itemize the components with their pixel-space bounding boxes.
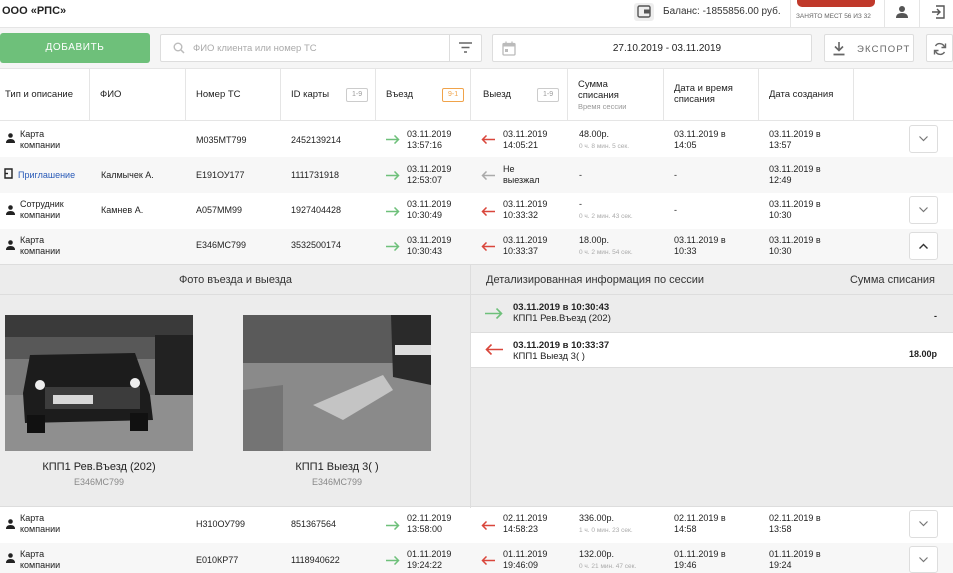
person-icon (6, 133, 15, 143)
table-header: Тип и описание ФИО Номер ТС ID карты 1-9 … (0, 68, 953, 121)
logout-icon[interactable] (919, 0, 953, 27)
entry-photo[interactable] (5, 315, 193, 451)
entry-sort-tag[interactable]: 9-1 (442, 88, 465, 102)
entry-arrow-icon (386, 171, 400, 180)
col-plate[interactable]: Номер ТС (186, 69, 281, 121)
wallet-icon[interactable] (634, 3, 654, 21)
expand-button[interactable] (909, 510, 938, 538)
top-bar: ООО «РПС» Баланс: -1855856.00 руб. ЗАНЯТ… (0, 0, 953, 28)
filter-icon (459, 42, 472, 53)
col-created[interactable]: Дата создания (759, 69, 854, 121)
session-details-panel: Фото въезда и выезда КПП1 Рев.Въезд (202… (0, 264, 953, 508)
session-event-exit: 03.11.2019 в 10:33:37 КПП1 Выезд 3( ) 18… (471, 333, 953, 368)
exit-arrow-icon (481, 135, 495, 144)
add-button[interactable]: ДОБАВИТЬ (0, 33, 150, 63)
chevron-down-icon (919, 207, 928, 213)
refresh-icon (933, 42, 947, 56)
entry-arrow-icon (485, 308, 503, 319)
table-row[interactable]: Карта компании М035МТ799 2452139214 03.11… (0, 121, 953, 157)
session-info-title: Детализированная информация по сессии (486, 274, 705, 286)
exit-arrow-icon (485, 344, 503, 355)
exit-photo-plate: Е346МС799 (311, 477, 363, 487)
download-icon (833, 42, 845, 56)
col-exit[interactable]: Выезд 1-9 (471, 69, 568, 121)
exit-arrow-icon (481, 521, 495, 530)
filter-button[interactable] (449, 35, 481, 61)
col-charged[interactable]: Дата и время списания (664, 69, 759, 121)
search-input[interactable]: ФИО клиента или номер ТС (193, 43, 317, 54)
card-sort-tag[interactable]: 1-9 (346, 88, 369, 102)
exit-sort-tag[interactable]: 1-9 (537, 88, 560, 102)
entry-photo-plate: Е346МС799 (73, 477, 125, 487)
person-icon (6, 519, 15, 529)
photos-title: Фото въезда и выезда (0, 265, 471, 295)
exit-arrow-icon (481, 207, 495, 216)
col-card[interactable]: ID карты 1-9 (281, 69, 376, 121)
chevron-up-icon (919, 243, 928, 249)
balance-text: Баланс: -1855856.00 руб. (663, 6, 781, 17)
exit-arrow-grey-icon (481, 171, 495, 180)
search-icon (173, 42, 185, 54)
table-row[interactable]: Карта компании Е010КР77 1118940622 01.11.… (0, 543, 953, 573)
exit-photo-caption: КПП1 Выезд 3( ) (295, 461, 379, 473)
places-text: ЗАНЯТО МЕСТ 56 ИЗ 32 (796, 13, 871, 20)
table-row[interactable]: Сотрудник компании Камнев А. А057ММ99 192… (0, 193, 953, 229)
entry-arrow-icon (386, 521, 400, 530)
expand-button[interactable] (909, 546, 938, 573)
entry-arrow-icon (386, 556, 400, 565)
photos-section: Фото въезда и выезда КПП1 Рев.Въезд (202… (0, 265, 471, 508)
col-entry[interactable]: Въезд 9-1 (376, 69, 471, 121)
chevron-down-icon (919, 136, 928, 142)
expand-button[interactable] (909, 196, 938, 224)
person-icon (6, 205, 15, 215)
session-event-entry: 03.11.2019 в 10:30:43 КПП1 Рев.Въезд (20… (471, 295, 953, 333)
person-icon (6, 553, 15, 563)
col-name[interactable]: ФИО (90, 69, 186, 121)
entry-arrow-icon (386, 207, 400, 216)
person-icon (6, 240, 15, 250)
charge-sum-title: Сумма списания (849, 274, 935, 286)
places-bar (797, 0, 875, 7)
user-icon[interactable] (884, 0, 918, 27)
invite-ticket-icon (4, 168, 13, 179)
col-sum[interactable]: Сумма списания Время сессии (568, 69, 664, 121)
toolbar: ДОБАВИТЬ ФИО клиента или номер ТС 27.10.… (0, 28, 953, 68)
export-button[interactable]: ЭКСПОРТ (824, 34, 914, 62)
entry-arrow-icon (386, 242, 400, 251)
chevron-down-icon (919, 557, 928, 563)
table-row-expanded[interactable]: Карта компании Е346МС799 3532500174 03.11… (0, 229, 953, 264)
entry-arrow-icon (386, 135, 400, 144)
places-indicator: ЗАНЯТО МЕСТ 56 ИЗ 32 (790, 0, 880, 27)
entry-photo-caption: КПП1 Рев.Въезд (202) (42, 461, 156, 473)
collapse-button[interactable] (909, 232, 938, 260)
date-range-text: 27.10.2019 - 03.11.2019 (612, 43, 722, 54)
exit-arrow-icon (481, 556, 495, 565)
exit-arrow-icon (481, 242, 495, 251)
exit-photo[interactable] (243, 315, 431, 451)
company-name: ООО «РПС» (2, 5, 67, 17)
table-row[interactable]: Карта компании Н310ОУ799 851367564 02.11.… (0, 507, 953, 543)
date-range-picker[interactable]: 27.10.2019 - 03.11.2019 (492, 34, 812, 62)
expand-button[interactable] (909, 125, 938, 153)
col-type[interactable]: Тип и описание (0, 69, 90, 121)
session-info-header: Детализированная информация по сессии Су… (471, 265, 953, 295)
table-row[interactable]: Приглашение Калмычек А. Е191ОУ177 111173… (0, 157, 953, 193)
search-box[interactable]: ФИО клиента или номер ТС (160, 34, 482, 62)
invite-link[interactable]: Приглашение (18, 170, 75, 181)
chevron-down-icon (919, 521, 928, 527)
export-label: ЭКСПОРТ (857, 44, 911, 55)
refresh-button[interactable] (926, 34, 953, 62)
